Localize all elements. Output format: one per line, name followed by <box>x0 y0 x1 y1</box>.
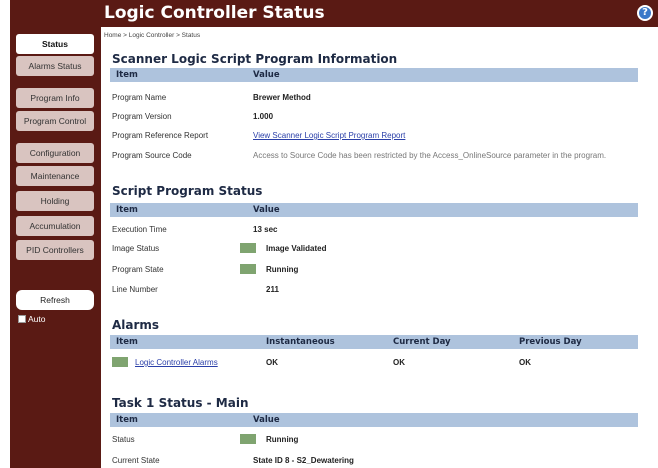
program-name-value: Brewer Method <box>253 93 311 102</box>
table-row-label: Program Source Code <box>112 151 192 160</box>
program-version-value: 1.000 <box>253 112 274 121</box>
execution-time-value: 13 sec <box>253 225 278 234</box>
program-report-link[interactable]: View Scanner Logic Script Program Report <box>253 131 405 140</box>
column-header-value: Value <box>253 205 280 215</box>
program-state-indicator <box>240 264 256 274</box>
program-info-title: Scanner Logic Script Program Information <box>112 52 398 66</box>
column-header-item: Item <box>116 70 138 80</box>
alarm-status-indicator <box>112 357 128 367</box>
column-header-value: Value <box>253 415 280 425</box>
column-header-previous-day: Previous Day <box>519 337 582 347</box>
script-status-title: Script Program Status <box>112 184 263 198</box>
sidebar-item-accumulation[interactable]: Accumulation <box>16 216 94 236</box>
task-status-title: Task 1 Status - Main <box>112 396 249 410</box>
column-header-current-day: Current Day <box>393 337 451 347</box>
auto-checkbox[interactable] <box>18 315 26 323</box>
program-info-table-header: Item Value <box>110 68 638 82</box>
image-status-indicator <box>240 243 256 253</box>
sidebar-item-program-info[interactable]: Program Info <box>16 88 94 108</box>
alarm-current-day-value: OK <box>393 358 405 367</box>
alarm-instantaneous-value: OK <box>266 358 278 367</box>
current-state-value: State ID 8 - S2_Dewatering <box>253 456 354 465</box>
sidebar-item-configuration[interactable]: Configuration <box>16 143 94 163</box>
task-status-table-header: Item Value <box>110 413 638 427</box>
page-header: Logic Controller Status ? <box>101 0 658 27</box>
script-status-table-header: Item Value <box>110 203 638 217</box>
auto-label: Auto <box>28 314 46 324</box>
program-state-value: Running <box>266 265 299 274</box>
source-code-note: Access to Source Code has been restricte… <box>253 151 607 160</box>
column-header-value: Value <box>253 70 280 80</box>
sidebar-item-status[interactable]: Status <box>16 34 94 54</box>
alarm-previous-day-value: OK <box>519 358 531 367</box>
task-status-indicator <box>240 434 256 444</box>
table-row-label: Image Status <box>112 244 160 253</box>
alarms-title: Alarms <box>112 318 160 332</box>
alarms-table-header: Item Instantaneous Current Day Previous … <box>110 335 638 349</box>
table-row-label: Program State <box>112 265 164 274</box>
column-header-item: Item <box>116 205 138 215</box>
column-header-instantaneous: Instantaneous <box>266 337 335 347</box>
table-row-label: Current State <box>112 456 160 465</box>
column-header-item: Item <box>116 415 138 425</box>
sidebar-item-pid-controllers[interactable]: PID Controllers <box>16 240 94 260</box>
column-header-item: Item <box>116 337 138 347</box>
line-number-value: 211 <box>266 285 279 294</box>
page-title: Logic Controller Status <box>104 3 325 23</box>
table-row-label: Program Name <box>112 93 167 102</box>
table-row-label: Status <box>112 435 135 444</box>
table-row-label: Execution Time <box>112 225 167 234</box>
table-row-label: Line Number <box>112 285 158 294</box>
sidebar-item-alarms-status[interactable]: Alarms Status <box>16 56 94 76</box>
help-icon[interactable]: ? <box>637 5 653 21</box>
sidebar-item-maintenance[interactable]: Maintenance <box>16 166 94 186</box>
sidebar-item-program-control[interactable]: Program Control <box>16 111 94 131</box>
sidebar-item-holding[interactable]: Holding <box>16 191 94 211</box>
refresh-button[interactable]: Refresh <box>16 290 94 310</box>
breadcrumb: Home > Logic Controller > Status <box>104 32 201 39</box>
image-status-value: Image Validated <box>266 244 327 253</box>
task-status-value: Running <box>266 435 299 444</box>
logic-controller-alarms-link[interactable]: Logic Controller Alarms <box>135 358 218 367</box>
table-row-label: Program Reference Report <box>112 131 209 140</box>
table-row-label: Program Version <box>112 112 172 121</box>
